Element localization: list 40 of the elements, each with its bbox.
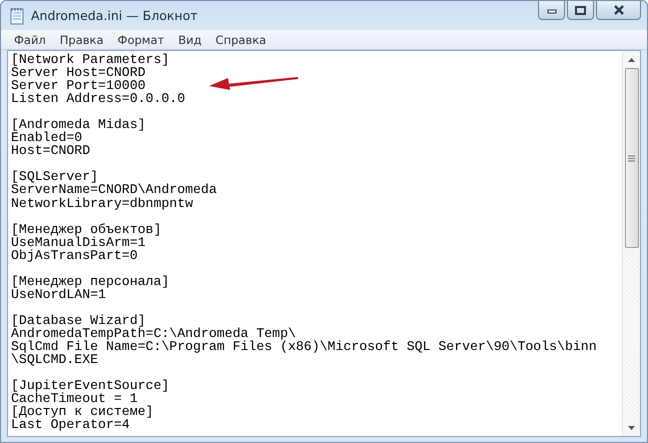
text-line: Enabled=0 (11, 131, 82, 144)
text-line: Server Host=CNORD (11, 66, 146, 80)
text-line: [Менеджер объектов] (11, 222, 162, 236)
down-arrow-icon[interactable] (628, 426, 635, 430)
close-button[interactable] (596, 1, 641, 20)
text-line: [Network Parameters] (11, 53, 170, 66)
text-line: UseManualDisArm=1 (11, 236, 146, 249)
text-line: Server Port=10000 (11, 79, 146, 92)
text-line: [Andromeda Midas] (11, 118, 146, 132)
text-line: \SQLCMD.EXE (11, 353, 98, 366)
menu-item[interactable]: Формат (110, 32, 172, 46)
menu-item[interactable]: Правка (52, 32, 111, 46)
text-line: Host=CNORD (11, 144, 90, 158)
menu-item[interactable]: Справка (208, 32, 274, 46)
arrow-icon (208, 75, 300, 91)
minimize-button[interactable] (538, 1, 565, 20)
text-line: UseNordLAN=1 (11, 288, 106, 301)
scrollbar[interactable] (622, 51, 640, 436)
text-line: ObjAsTransPart=0 (11, 248, 138, 262)
maximize-button[interactable] (567, 1, 594, 20)
notepad-icon (9, 6, 25, 24)
text-line: [Database Wizard] (11, 314, 146, 327)
close-icon (612, 5, 624, 15)
grip-icon (628, 154, 635, 162)
menu-item[interactable]: Вид (171, 32, 209, 46)
window-title: Andromeda.ini — Блокнот (31, 8, 199, 23)
text-line: [Менеджер персонала] (11, 274, 170, 288)
text-line: NetworkLibrary=dbnmpntw (11, 196, 194, 210)
text-line: Listen Address=0.0.0.0 (11, 92, 186, 106)
up-arrow-icon[interactable] (628, 58, 635, 62)
maximize-icon (575, 6, 586, 14)
text-line: ServerName=CNORD\Andromeda (11, 183, 217, 197)
text-line: Last Operator=4 (11, 418, 130, 432)
menu-item[interactable]: Файл (7, 32, 53, 46)
text-line: [JupiterEventSource] (11, 379, 170, 392)
text-line: SqlCmd File Name=C:\Program Files (x86)\Microsoft SQL Server\90\Tools\binn (11, 340, 597, 354)
text-line: CacheTimeout = 1 (11, 392, 138, 406)
text-line: [SQLServer] (11, 170, 98, 184)
text-line: AndromedaTempPath=C:\Andromeda Temp\ (11, 326, 296, 340)
text-line: [Доступ к системе] (11, 405, 154, 418)
